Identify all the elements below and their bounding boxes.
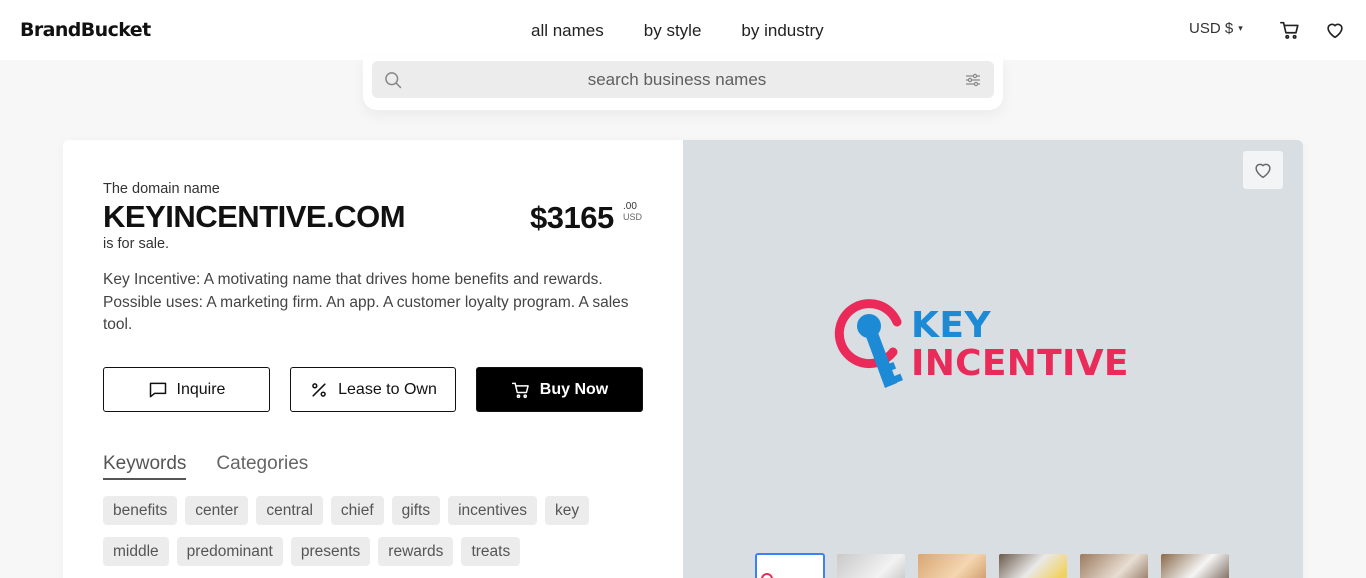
thumbnail-mockup-3[interactable] [998, 553, 1068, 578]
search-input[interactable] [412, 61, 942, 98]
search-panel [363, 56, 1003, 110]
keyword-chip[interactable]: rewards [378, 537, 454, 566]
keyword-chip[interactable]: middle [103, 537, 169, 566]
logo-preview: KEY INCENTIVE [683, 140, 1303, 578]
inquire-label: Inquire [176, 380, 226, 398]
brand-logo[interactable]: BrandBucket [20, 19, 151, 41]
keyword-chip[interactable]: treats [461, 537, 521, 566]
domain-card: The domain name KEYINCENTIVE.COM is for … [63, 140, 1303, 578]
keyword-chip[interactable]: key [545, 496, 590, 525]
nav-by-industry[interactable]: by industry [741, 21, 823, 41]
domain-description: Key Incentive: A motivating name that dr… [103, 271, 629, 333]
wordmark-key: KEY [911, 305, 992, 346]
intro-text: The domain name [103, 181, 220, 197]
keyword-chip[interactable]: presents [290, 537, 371, 566]
domain-name: KEYINCENTIVE.COM [103, 199, 406, 234]
tab-categories[interactable]: Categories [216, 453, 308, 480]
brand-wordmark: KEY INCENTIVE [911, 307, 1129, 383]
wordmark-incentive: INCENTIVE [911, 343, 1129, 384]
currency-label: USD $ [1189, 20, 1234, 37]
inquire-button[interactable]: Inquire [103, 367, 270, 412]
lease-label: Lease to Own [338, 380, 437, 398]
keyword-chip[interactable]: benefits [103, 496, 178, 525]
chat-icon [149, 382, 166, 397]
thumbnail-mockup-2[interactable] [917, 553, 987, 578]
for-sale-text: is for sale. [103, 236, 170, 252]
keyword-list: benefits center central chief gifts ince… [103, 496, 643, 566]
keyword-chip[interactable]: center [185, 496, 249, 525]
buy-now-button[interactable]: Buy Now [476, 367, 643, 412]
tab-keywords[interactable]: Keywords [103, 453, 187, 480]
nav-by-style[interactable]: by style [644, 21, 702, 41]
lease-to-own-button[interactable]: Lease to Own [290, 367, 456, 412]
search-bar [372, 61, 994, 98]
price-cents-block: .00 USD [623, 201, 642, 223]
keyword-chip[interactable]: predominant [176, 537, 283, 566]
cart-icon[interactable] [1279, 19, 1301, 41]
main-nav: all names by style by industry [531, 21, 824, 41]
price-currency: USD [623, 212, 643, 222]
keyword-chip[interactable]: incentives [448, 496, 538, 525]
favorite-button[interactable] [1243, 151, 1283, 189]
keyword-chip[interactable]: chief [330, 496, 384, 525]
buy-label: Buy Now [539, 380, 609, 398]
thumbnail-strip [755, 553, 1230, 578]
cart-icon [511, 382, 529, 398]
percent-icon [312, 382, 326, 397]
thumbnail-mockup-4[interactable] [1079, 553, 1149, 578]
price-value: $3165 [530, 200, 614, 235]
currency-selector[interactable]: USD $ ▾ [1189, 20, 1243, 37]
keyword-chip[interactable]: central [256, 496, 323, 525]
search-icon[interactable] [383, 70, 403, 90]
nav-all-names[interactable]: all names [531, 21, 604, 41]
site-header: BrandBucket all names by style by indust… [0, 0, 1366, 60]
thumbnail-mockup-1[interactable] [836, 553, 906, 578]
filter-icon[interactable] [965, 72, 981, 88]
heart-icon [1255, 163, 1271, 179]
keyword-chip[interactable]: gifts [391, 496, 441, 525]
thumbnail-logo[interactable] [755, 553, 825, 578]
details-tabs: Keywords Categories [103, 453, 308, 480]
heart-icon[interactable] [1324, 19, 1346, 41]
caret-down-icon: ▾ [1238, 23, 1243, 33]
thumbnail-mockup-5[interactable] [1160, 553, 1230, 578]
price-cents: .00 [623, 201, 637, 212]
